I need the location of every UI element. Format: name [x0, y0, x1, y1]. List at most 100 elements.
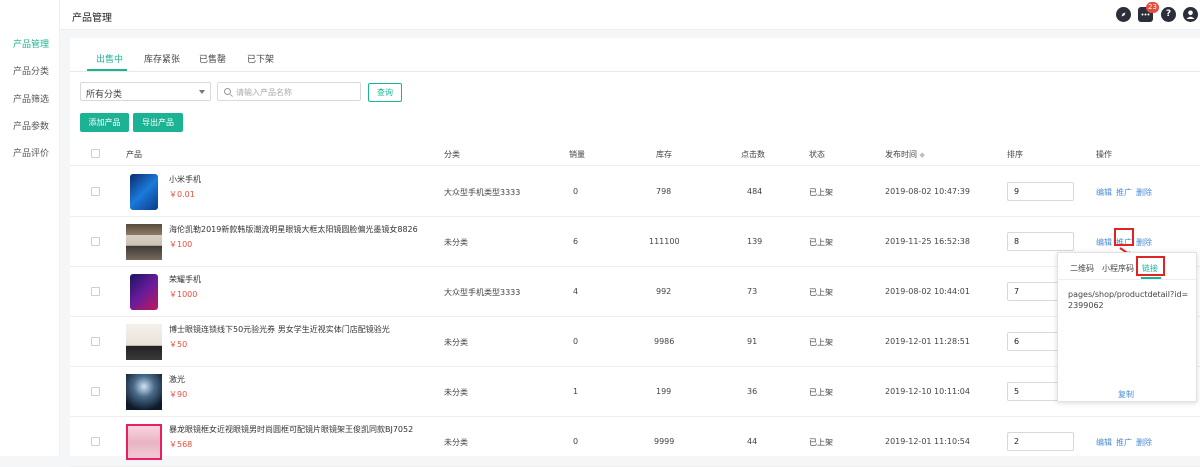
product-category: 未分类 — [444, 438, 468, 447]
delete-link[interactable]: 删除 — [1136, 437, 1152, 448]
product-publish-time: 2019-11-25 16:52:38 — [885, 237, 970, 246]
product-publish-time: 2019-08-02 10:44:01 — [885, 287, 970, 296]
user-icon[interactable] — [1183, 7, 1198, 22]
search-button[interactable]: 查询 — [368, 83, 402, 102]
copy-button[interactable]: 复制 — [1118, 389, 1134, 400]
product-sales: 4 — [573, 287, 579, 296]
row-checkbox[interactable] — [91, 237, 100, 246]
main-panel: 出售中 库存紧张 已售罄 已下架 所有分类 查询 添加产品 导出产品 产品 分类… — [70, 38, 1200, 467]
product-name[interactable]: 小米手机 — [169, 174, 201, 185]
row-checkbox[interactable] — [91, 387, 100, 396]
product-price: ￥0.01 — [169, 190, 195, 199]
tab-off-shelf[interactable]: 已下架 — [247, 52, 274, 65]
sidebar-item-product-reviews[interactable]: 产品评价 — [13, 146, 49, 159]
row-checkbox[interactable] — [91, 337, 100, 346]
product-name[interactable]: 海伦凯勒2019新款韩版潮流明星眼镜大框太阳镜圆脸偏光墨镜女8826 — [169, 224, 418, 235]
popover-tab-qrcode[interactable]: 二维码 — [1070, 263, 1094, 274]
product-name[interactable]: 激光 — [169, 374, 185, 385]
link-tab-highlight-box — [1136, 256, 1165, 276]
tab-on-sale[interactable]: 出售中 — [96, 52, 123, 65]
edit-link[interactable]: 编辑 — [1096, 437, 1112, 448]
product-stock: 9999 — [654, 437, 675, 446]
product-sales: 6 — [573, 237, 579, 246]
header-category: 分类 — [444, 150, 460, 159]
sidebar-item-product-management[interactable]: 产品管理 — [13, 37, 49, 50]
row-checkbox[interactable] — [91, 437, 100, 446]
promotion-popover: 二维码 小程序码 链接 pages/shop/productdetail?id=… — [1057, 252, 1197, 402]
tab-low-stock[interactable]: 库存紧张 — [144, 52, 180, 65]
table-row: 小米手机 ￥0.01 大众型手机类型3333 0 798 484 已上架 201… — [70, 167, 1200, 217]
select-all-checkbox[interactable] — [91, 149, 100, 158]
product-clicks: 44 — [747, 437, 758, 446]
sidebar: 产品管理 产品分类 产品筛选 产品参数 产品评价 — [0, 0, 60, 456]
popover-tab-miniprogram-code[interactable]: 小程序码 — [1102, 263, 1134, 274]
product-price: ￥1000 — [169, 290, 198, 299]
product-thumbnail — [126, 224, 162, 260]
product-stock: 199 — [656, 387, 672, 396]
caret-down-icon — [199, 90, 205, 94]
order-input[interactable]: 8 — [1007, 232, 1074, 251]
delete-link[interactable]: 删除 — [1136, 187, 1152, 198]
product-category: 未分类 — [444, 388, 468, 397]
header-operations: 操作 — [1096, 150, 1112, 159]
product-sales: 0 — [573, 187, 579, 196]
search-input[interactable] — [236, 85, 356, 99]
header-publish-time[interactable]: 发布时间 ◆ — [885, 149, 925, 160]
product-name[interactable]: 博士眼镜连锁线下50元验光券 男女学生近视实体门店配镜验光 — [169, 324, 390, 335]
promote-link[interactable]: 推广 — [1116, 437, 1132, 448]
header-sales: 销量 — [569, 150, 585, 159]
tab-sold-out[interactable]: 已售罄 — [199, 52, 226, 65]
add-product-button[interactable]: 添加产品 — [80, 113, 129, 132]
product-status: 已上架 — [809, 388, 833, 397]
product-status: 已上架 — [809, 238, 833, 247]
product-name[interactable]: 荣耀手机 — [169, 274, 201, 285]
sidebar-item-product-params[interactable]: 产品参数 — [13, 119, 49, 132]
product-category: 大众型手机类型3333 — [444, 288, 521, 297]
header-order: 排序 — [1007, 150, 1023, 159]
sidebar-item-product-category[interactable]: 产品分类 — [13, 64, 49, 77]
header-clicks: 点击数 — [741, 150, 765, 159]
edit-link[interactable]: 编辑 — [1096, 187, 1112, 198]
product-stock: 798 — [656, 187, 672, 196]
product-sales: 0 — [573, 437, 579, 446]
product-price: ￥90 — [169, 390, 188, 399]
order-input[interactable]: 9 — [1007, 182, 1074, 201]
category-select[interactable]: 所有分类 — [80, 82, 211, 101]
row-checkbox[interactable] — [91, 287, 100, 296]
product-status: 已上架 — [809, 438, 833, 447]
edit-link[interactable]: 编辑 — [1096, 237, 1112, 248]
compass-icon[interactable] — [1116, 7, 1131, 22]
product-publish-time: 2019-08-02 10:47:39 — [885, 187, 970, 196]
search-icon — [224, 88, 231, 95]
product-price: ￥100 — [169, 240, 193, 249]
product-thumbnail — [130, 274, 158, 310]
row-checkbox[interactable] — [91, 187, 100, 196]
header-stock: 库存 — [656, 150, 672, 159]
sidebar-item-product-filter[interactable]: 产品筛选 — [13, 92, 49, 105]
product-status: 已上架 — [809, 188, 833, 197]
product-category: 未分类 — [444, 238, 468, 247]
product-price: ￥568 — [169, 440, 193, 449]
header-status: 状态 — [809, 150, 825, 159]
table-row: 激光 ￥90 未分类 1 199 36 已上架 2019-12-10 10:11… — [70, 367, 1200, 417]
page-title: 产品管理 — [72, 13, 112, 24]
help-icon[interactable]: ? — [1161, 7, 1176, 22]
product-publish-time: 2019-12-10 10:11:04 — [885, 387, 970, 396]
product-clicks: 73 — [747, 287, 758, 296]
order-input[interactable]: 2 — [1007, 432, 1074, 451]
product-clicks: 484 — [747, 187, 763, 196]
notification-badge: 23 — [1146, 2, 1159, 13]
search-box[interactable] — [217, 82, 361, 101]
product-clicks: 36 — [747, 387, 758, 396]
product-thumbnail — [126, 324, 162, 360]
product-link-url: pages/shop/productdetail?id=2399062 — [1068, 290, 1189, 310]
promote-link[interactable]: 推广 — [1116, 187, 1132, 198]
product-sales: 1 — [573, 387, 579, 396]
product-status: 已上架 — [809, 338, 833, 347]
product-stock: 9986 — [654, 337, 675, 346]
product-name[interactable]: 暴龙眼镜框女近视眼镜男时尚圆框可配镜片眼镜架王俊凯同款BJ7052 — [169, 424, 413, 435]
table-header: 产品 分类 销量 库存 点击数 状态 发布时间 ◆ 排序 操作 — [70, 142, 1200, 166]
product-clicks: 139 — [747, 237, 763, 246]
product-status: 已上架 — [809, 288, 833, 297]
export-product-button[interactable]: 导出产品 — [133, 113, 183, 132]
